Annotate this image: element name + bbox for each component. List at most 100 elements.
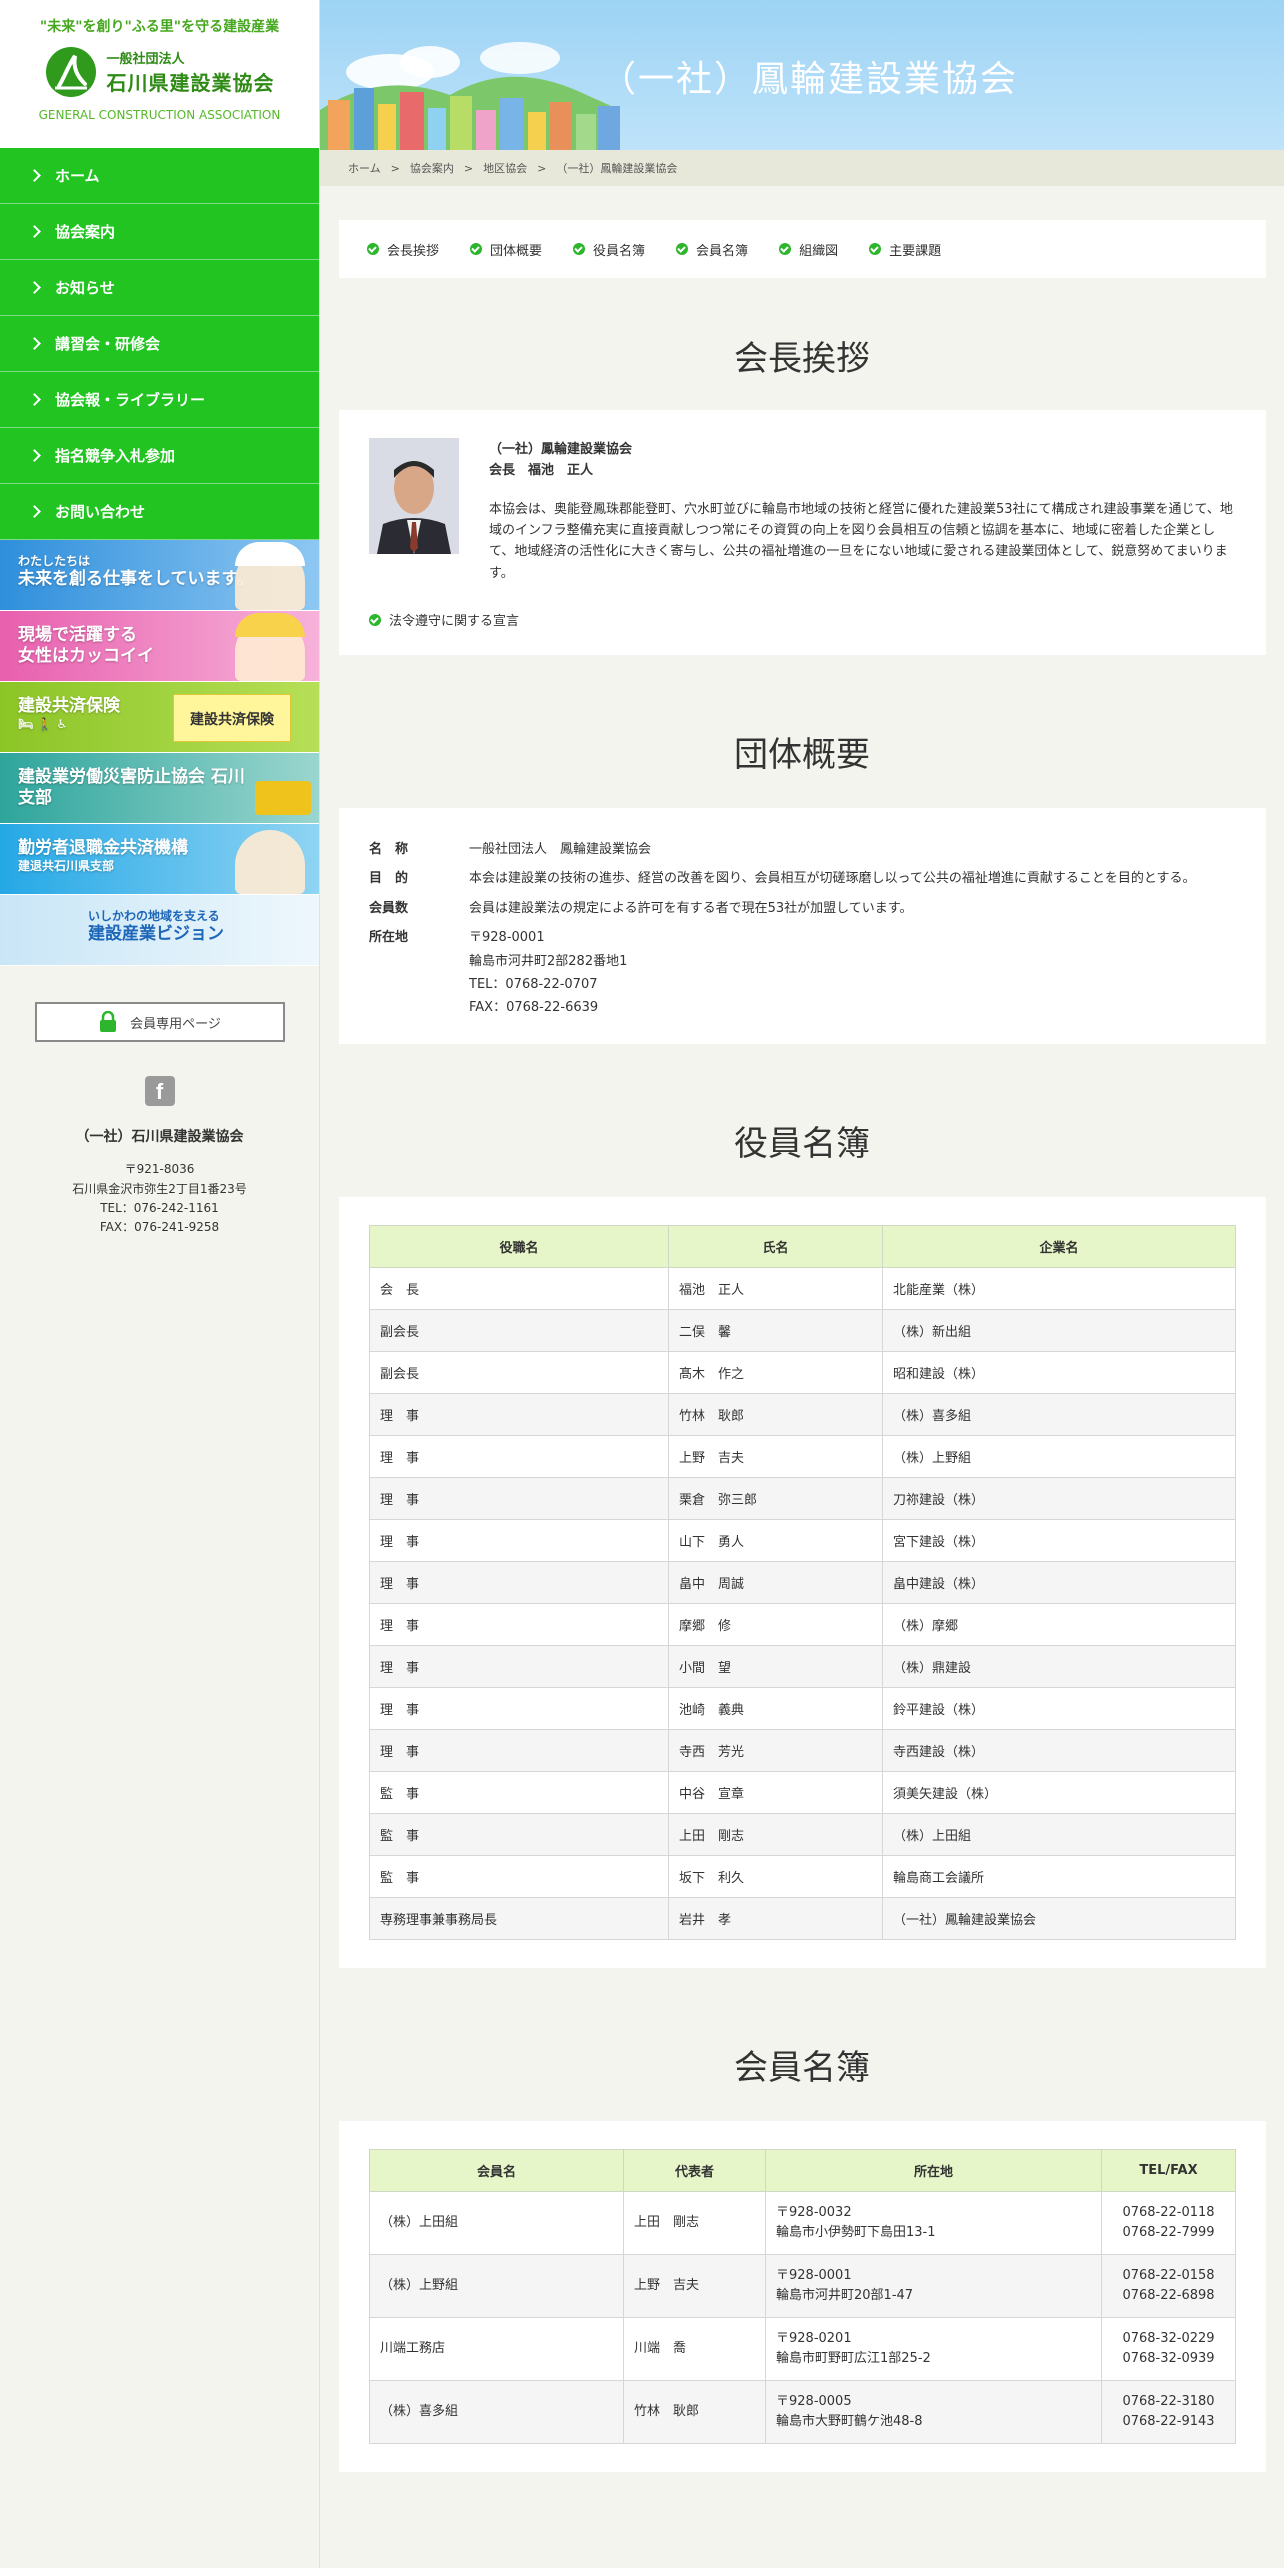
helmet-icon — [235, 542, 305, 566]
member-address: 〒928-0005 輪島市大野町鶴ケ池48-8 — [765, 2380, 1102, 2444]
member-address: 〒928-0001 輪島市河井町20部1-47 — [765, 2254, 1102, 2318]
overview-value: TEL：0768-22-0707 — [469, 976, 598, 992]
officer-name: 中谷 宣章 — [668, 1771, 883, 1814]
banner-big-text: 女性はカッコイイ — [18, 646, 154, 667]
banner-big-text: 建設業労働災害防止協会 石川支部 — [18, 767, 245, 809]
breadcrumb-current: （一社）鳳輪建設業協会 — [556, 162, 678, 175]
member-page-button[interactable]: 会員専用ページ — [34, 1002, 285, 1042]
nav-item-home[interactable]: ホーム — [0, 148, 319, 204]
banner-construction-insurance[interactable]: 建設共済保険 🛏 🚶 ♿ 建設共済保険 — [0, 682, 319, 753]
compliance-link[interactable]: 法令遵守に関する宣言 — [369, 610, 1236, 629]
table-row: 副会長 髙木 作之 昭和建設（株） — [369, 1351, 1236, 1394]
officer-name: 福池 正人 — [668, 1267, 883, 1310]
nav-item-seminars[interactable]: 講習会・研修会 — [0, 316, 319, 372]
member-representative: 上野 吉夫 — [623, 2254, 766, 2318]
member-representative: 川端 喬 — [623, 2317, 766, 2381]
member-representative: 上田 剛志 — [623, 2191, 766, 2255]
member-representative: 竹林 耿郎 — [623, 2380, 766, 2444]
page-title: （一社）鳳輪建設業協会 — [600, 59, 1019, 100]
member-zip: 〒928-0001 — [776, 2267, 852, 2283]
facebook-icon[interactable]: f — [144, 1076, 175, 1106]
officer-name: 竹林 耿郎 — [668, 1393, 883, 1436]
member-tel: 0768-22-3180 — [1122, 2393, 1215, 2409]
overview-key: 名 称 — [369, 842, 409, 857]
check-circle-icon — [779, 243, 792, 255]
member-name: 川端工務店 — [369, 2317, 624, 2381]
section-link-org-chart[interactable]: 組織図 — [779, 240, 838, 259]
member-street: 輪島市河井町20部1-47 — [776, 2288, 914, 2303]
banner-future-work[interactable]: わたしたちは 未来を創る仕事をしています。 — [0, 540, 319, 611]
check-circle-icon — [470, 243, 483, 255]
table-row: 理 事上野 吉夫 （株）上野組 — [369, 1435, 1236, 1478]
lock-icon — [100, 1011, 117, 1032]
banner-retirement-fund[interactable]: 勤労者退職金共済機構 建退共石川県支部 — [0, 824, 319, 895]
officer-role: 監 事 — [369, 1855, 669, 1898]
member-name: （株）上田組 — [369, 2191, 624, 2255]
nav-label: 協会報・ライブラリー — [55, 391, 206, 409]
section-link-officers[interactable]: 役員名簿 — [573, 240, 645, 259]
breadcrumb-separator: > — [390, 161, 400, 175]
chevron-right-icon — [28, 169, 41, 182]
banner-big-text: 未来を創る仕事をしています。 — [18, 569, 254, 589]
nav-label: お知らせ — [55, 279, 115, 297]
officer-name: 上田 剛志 — [668, 1813, 883, 1856]
member-address: 〒928-0032 輪島市小伊勢町下島田13-1 — [765, 2191, 1102, 2255]
officer-role: 専務理事兼事務局長 — [369, 1897, 669, 1940]
table-header: 役職名 — [369, 1225, 669, 1268]
section-link-issues[interactable]: 主要課題 — [869, 240, 941, 259]
section-link-members[interactable]: 会員名簿 — [676, 240, 748, 259]
banner-big-text: 勤労者退職金共済機構 — [18, 838, 188, 858]
chevron-right-icon — [28, 505, 41, 518]
logo[interactable]: 一般社団法人 石川県建設業協会 — [0, 46, 319, 98]
officer-company: 須美矢建設（株） — [882, 1771, 1236, 1814]
breadcrumb-separator: > — [537, 161, 547, 175]
breadcrumb: ホーム > 協会案内 > 地区協会 > （一社）鳳輪建設業協会 — [320, 150, 1284, 186]
banner-big-text: 現場で活躍する — [18, 625, 137, 645]
section-link-overview[interactable]: 団体概要 — [470, 240, 542, 259]
member-fax: 0768-32-0939 — [1122, 2351, 1215, 2366]
officer-company: 宮下建設（株） — [882, 1519, 1236, 1562]
officer-company: （株）鼎建設 — [882, 1645, 1236, 1688]
member-tel: 0768-22-0158 — [1122, 2267, 1215, 2283]
chevron-right-icon — [28, 281, 41, 294]
overview-row: 名 称 一般社団法人 鳳輪建設業協会 — [369, 838, 1236, 861]
section-title-officers: 役員名簿 — [734, 1124, 870, 1164]
main-nav: ホーム 協会案内 お知らせ 講習会・研修会 協会報・ライブラリー 指名競争入札参… — [0, 148, 319, 540]
overview-value: 会員は建設業法の規定による許可を有する者で現在53社が加盟しています。 — [469, 900, 913, 916]
section-link-greeting[interactable]: 会長挨拶 — [367, 240, 439, 259]
greeting-panel: （一社）鳳輪建設業協会 会長 福池 正人 本協会は、奥能登鳳珠郡能登町、穴水町並… — [339, 410, 1266, 655]
banner-small-text: 建退共石川県支部 — [18, 859, 115, 874]
table-row: 理 事栗倉 弥三郎 刀祢建設（株） — [369, 1477, 1236, 1520]
banner-industry-vision[interactable]: いしかわの地域を支える 建設産業ビジョン — [0, 895, 319, 966]
breadcrumb-home[interactable]: ホーム — [348, 160, 381, 176]
member-telfax: 0768-22-0158 0768-22-6898 — [1101, 2254, 1236, 2318]
nav-item-news[interactable]: お知らせ — [0, 260, 319, 316]
officer-company: 寺西建設（株） — [882, 1729, 1236, 1772]
people-icons: 🛏 🚶 ♿ — [18, 717, 68, 732]
member-street: 輪島市小伊勢町下島田13-1 — [776, 2225, 936, 2240]
banner-safety-association[interactable]: 建設業労働災害防止協会 石川支部 — [0, 753, 319, 824]
banner-small-text: わたしたちは — [18, 554, 91, 568]
officers-table-body: 会 長福池 正人 北能産業（株） 副会長 二俣 馨（株）新出組 副会長 髙木 作之 昭和建設… — [369, 1267, 1236, 1940]
table-header: 所在地 — [765, 2149, 1102, 2192]
nav-label: 講習会・研修会 — [55, 335, 161, 353]
overview-value: 本会は建設業の技術の進歩、経営の改善を図り、会員相互が切磋琢磨し以って公共の福祉… — [469, 871, 1196, 887]
nav-item-library[interactable]: 協会報・ライブラリー — [0, 372, 319, 428]
breadcrumb-about[interactable]: 協会案内 — [410, 160, 454, 176]
chevron-right-icon — [28, 225, 41, 238]
officer-name: 畠中 周誠 — [668, 1561, 883, 1604]
nav-item-contact[interactable]: お問い合わせ — [0, 484, 319, 540]
officer-company: （株）摩郷 — [882, 1603, 1236, 1646]
officer-role: 理 事 — [369, 1435, 669, 1478]
nav-label: ホーム — [55, 167, 100, 185]
hero-header: （一社）鳳輪建設業協会 — [320, 0, 1284, 150]
logo-area[interactable]: "未来"を創り"ふる里"を守る建設産業 一般社団法人 石川県建設業協会 GENE… — [0, 0, 319, 148]
overview-panel: 名 称 一般社団法人 鳳輪建設業協会 目 的 本会は建設業の技術の進歩、経営の改善を… — [339, 808, 1266, 1044]
chevron-right-icon — [28, 449, 41, 462]
officer-role: 理 事 — [369, 1519, 669, 1562]
nav-item-bidding[interactable]: 指名競争入札参加 — [0, 428, 319, 484]
table-row: 理 事山下 勇人 宮下建設（株） — [369, 1519, 1236, 1562]
breadcrumb-region[interactable]: 地区協会 — [483, 160, 527, 176]
nav-item-about[interactable]: 協会案内 — [0, 204, 319, 260]
banner-women-on-site[interactable]: 現場で活躍する 女性はカッコイイ — [0, 611, 319, 682]
